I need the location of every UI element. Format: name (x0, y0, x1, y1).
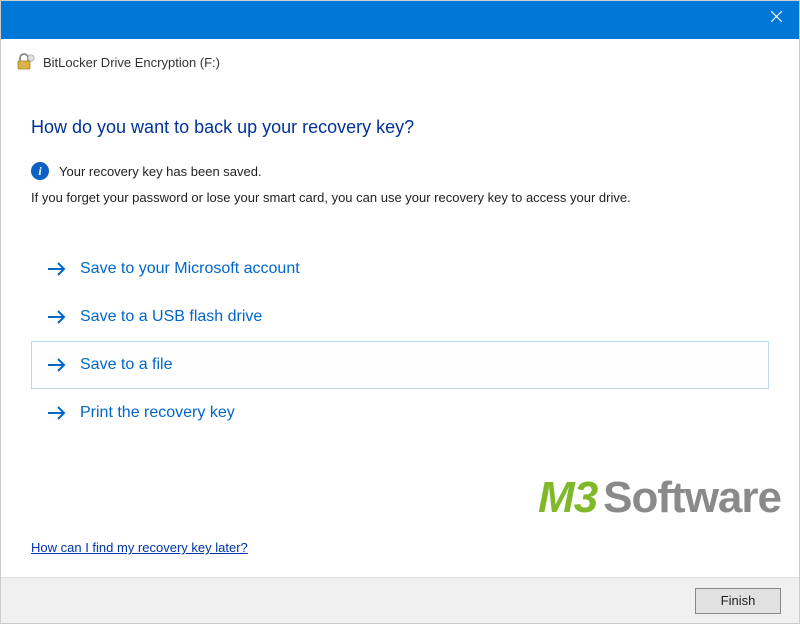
bitlocker-icon (17, 53, 35, 71)
option-label: Save to a USB flash drive (80, 308, 262, 326)
arrow-right-icon (46, 354, 68, 376)
help-link[interactable]: How can I find my recovery key later? (31, 540, 248, 555)
content-area: How do you want to back up your recovery… (1, 89, 799, 577)
window-title: BitLocker Drive Encryption (F:) (43, 55, 220, 70)
info-icon: i (31, 162, 49, 180)
close-button[interactable] (753, 1, 799, 31)
arrow-right-icon (46, 402, 68, 424)
option-list: Save to your Microsoft account Save to a… (31, 245, 769, 437)
finish-button[interactable]: Finish (695, 588, 781, 614)
footer: Finish (1, 577, 799, 623)
option-label: Print the recovery key (80, 404, 235, 422)
option-label: Save to a file (80, 356, 173, 374)
arrow-right-icon (46, 306, 68, 328)
page-heading: How do you want to back up your recovery… (31, 117, 769, 138)
titlebar (1, 1, 799, 39)
option-label: Save to your Microsoft account (80, 260, 300, 278)
close-icon (771, 11, 782, 22)
option-save-microsoft-account[interactable]: Save to your Microsoft account (31, 245, 769, 293)
info-row: i Your recovery key has been saved. (31, 162, 769, 180)
info-message: Your recovery key has been saved. (59, 164, 262, 179)
header: BitLocker Drive Encryption (F:) (1, 39, 799, 89)
option-save-file[interactable]: Save to a file (31, 341, 769, 389)
watermark-logo: M3Software (538, 473, 781, 523)
option-save-usb[interactable]: Save to a USB flash drive (31, 293, 769, 341)
arrow-right-icon (46, 258, 68, 280)
bitlocker-wizard-window: BitLocker Drive Encryption (F:) How do y… (0, 0, 800, 624)
description-text: If you forget your password or lose your… (31, 190, 769, 205)
option-print[interactable]: Print the recovery key (31, 389, 769, 437)
